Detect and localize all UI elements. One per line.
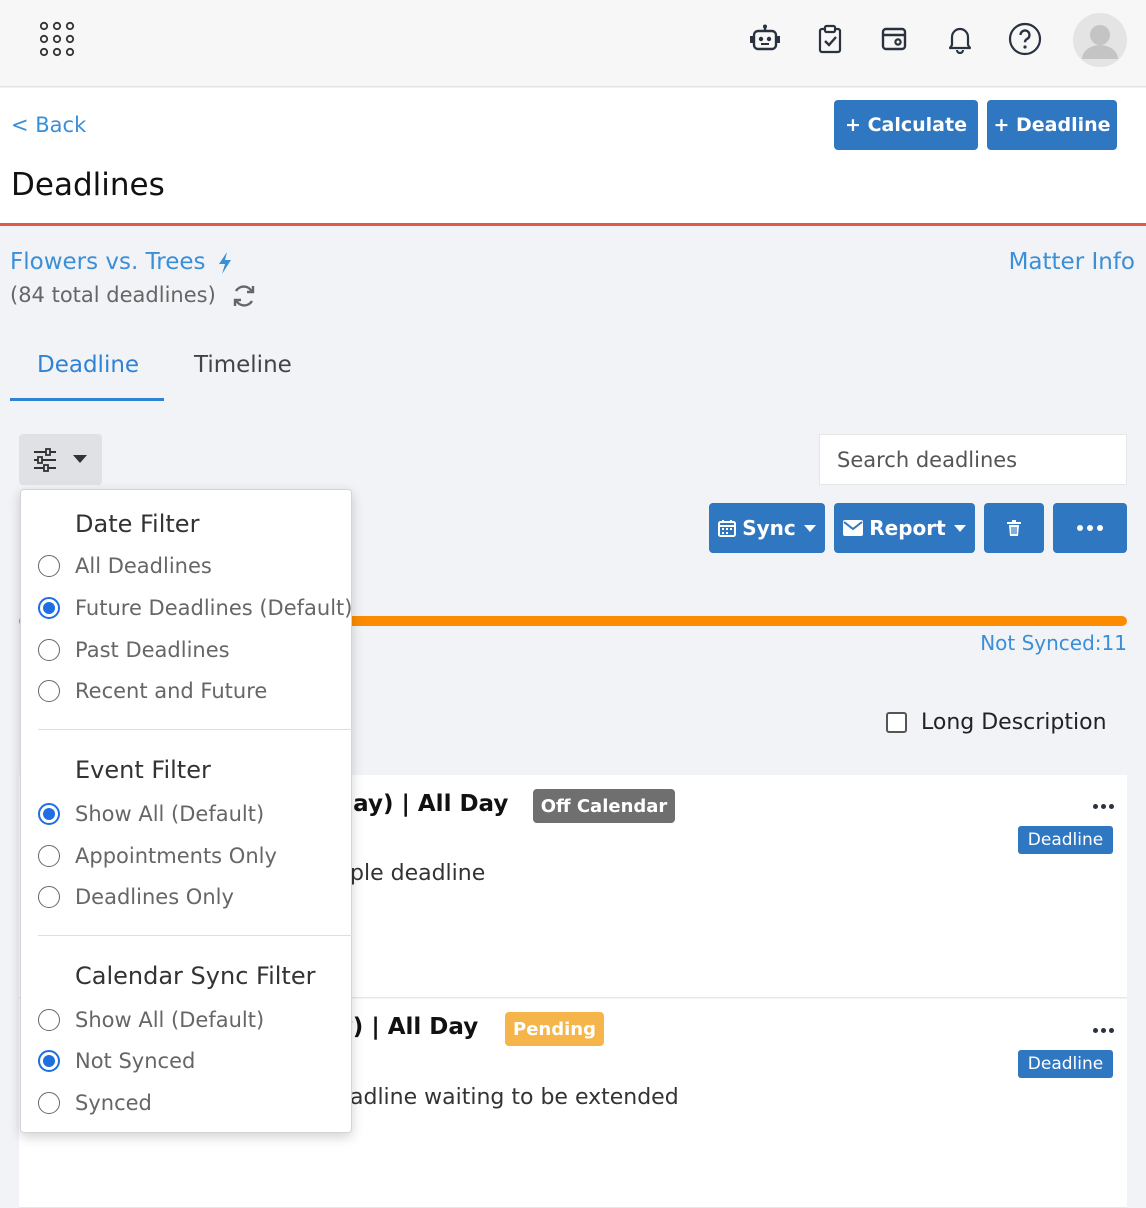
top-bar bbox=[0, 0, 1146, 87]
report-button[interactable]: Report bbox=[834, 503, 975, 553]
bolt-icon bbox=[219, 252, 231, 274]
help-icon[interactable] bbox=[1008, 20, 1042, 58]
sync-filter-option-synced[interactable]: Synced bbox=[38, 1091, 152, 1115]
type-badge: Deadline bbox=[1018, 1050, 1113, 1078]
calendar-icon bbox=[718, 520, 737, 537]
radio-label: Recent and Future bbox=[75, 679, 268, 703]
tab-timeline[interactable]: Timeline bbox=[194, 352, 292, 378]
calculate-button[interactable]: + Calculate bbox=[834, 100, 978, 150]
more-actions-button[interactable] bbox=[1053, 503, 1127, 553]
filter-dropdown-menu: Date Filter All Deadlines Future Deadlin… bbox=[20, 489, 352, 1133]
back-link[interactable]: < Back bbox=[11, 113, 86, 137]
envelope-icon bbox=[843, 520, 864, 536]
total-deadlines: (84 total deadlines) bbox=[10, 283, 216, 307]
search-input[interactable] bbox=[819, 434, 1127, 485]
radio-button-selected[interactable] bbox=[38, 597, 60, 619]
sync-button[interactable]: Sync bbox=[709, 503, 825, 553]
status-badge: Pending bbox=[505, 1012, 604, 1046]
date-filter-title: Date Filter bbox=[75, 510, 200, 538]
card-more-icon[interactable] bbox=[1093, 801, 1115, 811]
date-filter-option-recent[interactable]: Recent and Future bbox=[38, 679, 267, 703]
status-badge: Off Calendar bbox=[533, 789, 675, 823]
event-filter-option-deadlines[interactable]: Deadlines Only bbox=[38, 885, 234, 909]
event-filter-title: Event Filter bbox=[75, 756, 211, 784]
radio-label: Future Deadlines (Default) bbox=[75, 596, 353, 620]
radio-button-selected[interactable] bbox=[38, 1050, 60, 1072]
radio-button[interactable] bbox=[38, 845, 60, 867]
wallet-icon[interactable] bbox=[877, 20, 911, 58]
long-description-checkbox[interactable] bbox=[886, 712, 907, 733]
apps-grid-icon[interactable] bbox=[38, 20, 76, 58]
radio-button[interactable] bbox=[38, 555, 60, 577]
long-description-label: Long Description bbox=[921, 710, 1107, 735]
ellipsis-icon bbox=[1077, 525, 1103, 531]
caret-down-icon bbox=[73, 455, 87, 463]
bell-icon[interactable] bbox=[943, 20, 977, 58]
clipboard-check-icon[interactable] bbox=[813, 20, 847, 58]
caret-down-icon bbox=[803, 524, 816, 532]
robot-icon[interactable] bbox=[748, 20, 782, 58]
date-filter-option-all[interactable]: All Deadlines bbox=[38, 554, 212, 578]
add-deadline-button[interactable]: + Deadline bbox=[987, 100, 1117, 150]
sync-filter-option-not-synced[interactable]: Not Synced bbox=[38, 1049, 195, 1073]
radio-label: Past Deadlines bbox=[75, 638, 230, 662]
report-label: Report bbox=[869, 516, 946, 540]
event-filter-option-appointments[interactable]: Appointments Only bbox=[38, 844, 277, 868]
trash-icon bbox=[1007, 520, 1021, 536]
filter-dropdown-toggle[interactable] bbox=[19, 434, 102, 485]
radio-button[interactable] bbox=[38, 680, 60, 702]
card-more-icon[interactable] bbox=[1093, 1025, 1115, 1035]
card-description: ple deadline bbox=[350, 861, 486, 886]
sync-filter-title: Calendar Sync Filter bbox=[75, 962, 316, 990]
radio-label: Show All (Default) bbox=[75, 802, 265, 826]
type-badge: Deadline bbox=[1018, 826, 1113, 854]
active-tab-indicator bbox=[10, 398, 164, 401]
radio-button[interactable] bbox=[38, 1092, 60, 1114]
card-description: adline waiting to be extended bbox=[350, 1085, 679, 1110]
divider bbox=[38, 729, 352, 730]
radio-label: Show All (Default) bbox=[75, 1008, 265, 1032]
user-avatar[interactable] bbox=[1073, 13, 1127, 67]
refresh-icon[interactable] bbox=[231, 283, 257, 309]
long-description-toggle[interactable]: Long Description bbox=[886, 710, 1107, 735]
sync-label: Sync bbox=[742, 516, 796, 540]
date-filter-option-future[interactable]: Future Deadlines (Default) bbox=[38, 596, 352, 620]
divider bbox=[38, 935, 352, 936]
not-synced-count: Not Synced:11 bbox=[980, 631, 1127, 655]
page-title: Deadlines bbox=[11, 167, 165, 203]
radio-label: Synced bbox=[75, 1091, 152, 1115]
radio-label: All Deadlines bbox=[75, 554, 212, 578]
tab-deadline[interactable]: Deadline bbox=[37, 352, 139, 378]
sliders-icon bbox=[34, 448, 56, 472]
matter-info-link[interactable]: Matter Info bbox=[1009, 249, 1135, 275]
matter-name-link[interactable]: Flowers vs. Trees bbox=[10, 249, 206, 275]
radio-label: Not Synced bbox=[75, 1049, 196, 1073]
radio-label: Appointments Only bbox=[75, 844, 277, 868]
caret-down-icon bbox=[953, 524, 966, 532]
radio-button-selected[interactable] bbox=[38, 803, 60, 825]
event-filter-option-all[interactable]: Show All (Default) bbox=[38, 802, 264, 826]
radio-label: Deadlines Only bbox=[75, 885, 234, 909]
sync-filter-option-all[interactable]: Show All (Default) bbox=[38, 1008, 264, 1032]
radio-button[interactable] bbox=[38, 886, 60, 908]
date-filter-option-past[interactable]: Past Deadlines bbox=[38, 638, 230, 662]
radio-button[interactable] bbox=[38, 1009, 60, 1031]
delete-button[interactable] bbox=[984, 503, 1044, 553]
radio-button[interactable] bbox=[38, 639, 60, 661]
